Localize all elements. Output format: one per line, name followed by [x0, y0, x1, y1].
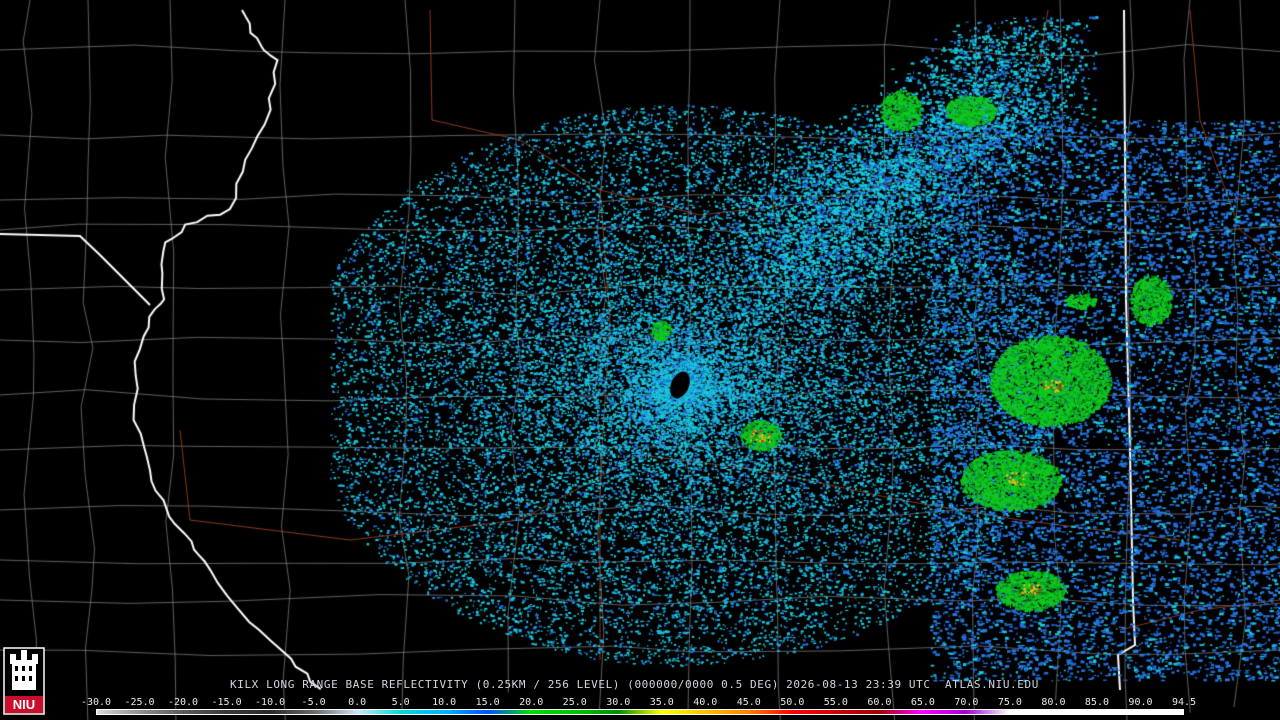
scale-label: 55.0 — [823, 697, 848, 708]
scale-label: 20.0 — [519, 697, 544, 708]
scale-label: 75.0 — [997, 697, 1022, 708]
scale-label: 50.0 — [780, 697, 805, 708]
scale-label: 0.0 — [348, 697, 367, 708]
scale-label: 35.0 — [649, 697, 674, 708]
scale-label: -30.0 — [80, 697, 112, 708]
scale-label: -20.0 — [167, 697, 199, 708]
niu-logo: NIU — [3, 647, 45, 715]
scale-label: 80.0 — [1041, 697, 1066, 708]
scale-label: -10.0 — [255, 697, 286, 708]
scale-label: 65.0 — [910, 697, 935, 708]
scale-label: 94.5 — [1171, 697, 1197, 708]
scale-label: 70.0 — [954, 697, 979, 708]
scale-label: 30.0 — [606, 697, 631, 708]
radar-reflectivity-map — [0, 0, 1280, 720]
scale-label: 45.0 — [736, 697, 761, 708]
scale-label: 40.0 — [693, 697, 718, 708]
product-caption: KILX LONG RANGE BASE REFLECTIVITY (0.25K… — [230, 678, 1039, 691]
scale-label: 25.0 — [562, 697, 587, 708]
scale-label: -5.0 — [301, 697, 326, 708]
color-scale-labels: -30.0 -25.0 -20.0 -15.0 -10.0 -5.0 0.0 5.0 10.0 1… — [81, 697, 1197, 709]
niu-logo-text: NIU — [13, 697, 35, 712]
scale-label: 60.0 — [867, 697, 892, 708]
scale-label: -15.0 — [211, 697, 242, 708]
scale-label: 85.0 — [1084, 697, 1109, 708]
scale-label: 5.0 — [391, 697, 410, 708]
scale-label: 90.0 — [1128, 697, 1153, 708]
scale-label: 10.0 — [432, 697, 457, 708]
scale-label: 15.0 — [475, 697, 500, 708]
scale-label: -25.0 — [124, 697, 155, 708]
reflectivity-color-bar — [96, 709, 1184, 715]
